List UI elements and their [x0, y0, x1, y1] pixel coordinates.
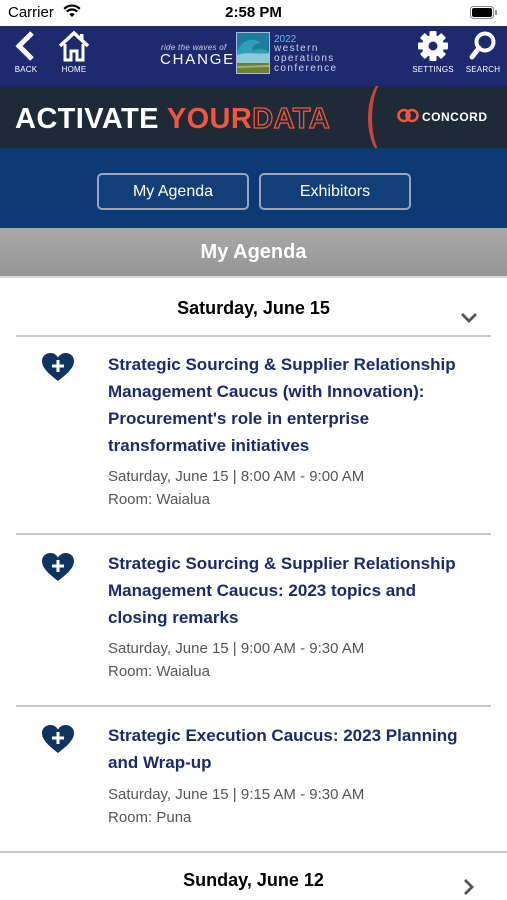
exhibitors-button[interactable]: Exhibitors	[259, 173, 411, 210]
session-time: Saturday, June 15 | 9:00 AM - 9:30 AM	[108, 640, 365, 657]
logo-name-line: conference	[274, 63, 338, 74]
sponsor-name: CONCORD	[422, 110, 488, 124]
concord-logo-icon	[397, 108, 419, 123]
home-label: HOME	[61, 65, 87, 74]
page-title: My Agenda	[200, 241, 307, 263]
settings-button[interactable]: SETTINGS	[405, 30, 461, 82]
page-title-bar: My Agenda	[0, 228, 507, 278]
search-icon	[469, 31, 496, 60]
status-bar: Carrier 2:58 PM	[0, 0, 507, 26]
agenda-session: Strategic Sourcing & Supplier Relationsh…	[0, 337, 507, 533]
app-header: BACK HOME ride the waves of CHANGE 2022 …	[0, 26, 507, 86]
wave-badge-icon	[236, 32, 270, 74]
banner-word: DATA	[252, 102, 331, 135]
home-icon	[58, 30, 90, 62]
day-label: Saturday, June 15	[177, 298, 330, 318]
session-time: Saturday, June 15 | 9:15 AM - 9:30 AM	[108, 786, 365, 803]
agenda-session: Strategic Sourcing & Supplier Relationsh…	[0, 535, 507, 705]
heart-plus-icon[interactable]	[41, 552, 75, 582]
banner-headline: ACTIVATE YOURDATA	[15, 102, 331, 136]
my-agenda-button[interactable]: My Agenda	[97, 173, 249, 210]
logo-name: western operations conference	[274, 44, 337, 74]
banner-word: ACTIVATE	[15, 103, 159, 135]
search-button[interactable]: SEARCH	[455, 30, 507, 82]
session-title[interactable]: Strategic Execution Caucus: 2023 Plannin…	[108, 722, 478, 776]
section-tabs: My Agenda Exhibitors	[0, 148, 507, 228]
session-time: Saturday, June 15 | 8:00 AM - 9:00 AM	[108, 468, 365, 485]
gear-icon	[418, 31, 448, 61]
chevron-down-icon	[461, 313, 477, 323]
day-header-saturday[interactable]: Saturday, June 15	[0, 280, 507, 336]
session-room: Room: Puna	[108, 809, 192, 826]
home-button[interactable]: HOME	[46, 30, 102, 82]
search-label: SEARCH	[465, 65, 501, 74]
day-label: Sunday, June 12	[183, 870, 324, 890]
day-header-sunday[interactable]: Sunday, June 12	[0, 853, 507, 900]
battery-icon	[470, 6, 497, 19]
clock: 2:58 PM	[225, 4, 282, 21]
logo-change-text: CHANGE	[160, 51, 235, 68]
banner-word: YOUR	[166, 103, 253, 135]
settings-label: SETTINGS	[412, 65, 454, 74]
sponsor-banner[interactable]: ACTIVATE YOURDATA CONCORD	[0, 86, 507, 148]
chevron-right-icon	[464, 879, 474, 895]
heart-plus-icon[interactable]	[41, 724, 75, 754]
session-title[interactable]: Strategic Sourcing & Supplier Relationsh…	[108, 550, 478, 631]
session-room: Room: Waialua	[108, 663, 210, 680]
session-room: Room: Waialua	[108, 491, 210, 508]
conference-logo: ride the waves of CHANGE 2022 western op…	[158, 32, 348, 78]
agenda-session: Strategic Execution Caucus: 2023 Plannin…	[0, 707, 507, 851]
heart-plus-icon[interactable]	[41, 352, 75, 382]
chevron-left-icon	[15, 31, 34, 61]
session-title[interactable]: Strategic Sourcing & Supplier Relationsh…	[108, 351, 478, 459]
